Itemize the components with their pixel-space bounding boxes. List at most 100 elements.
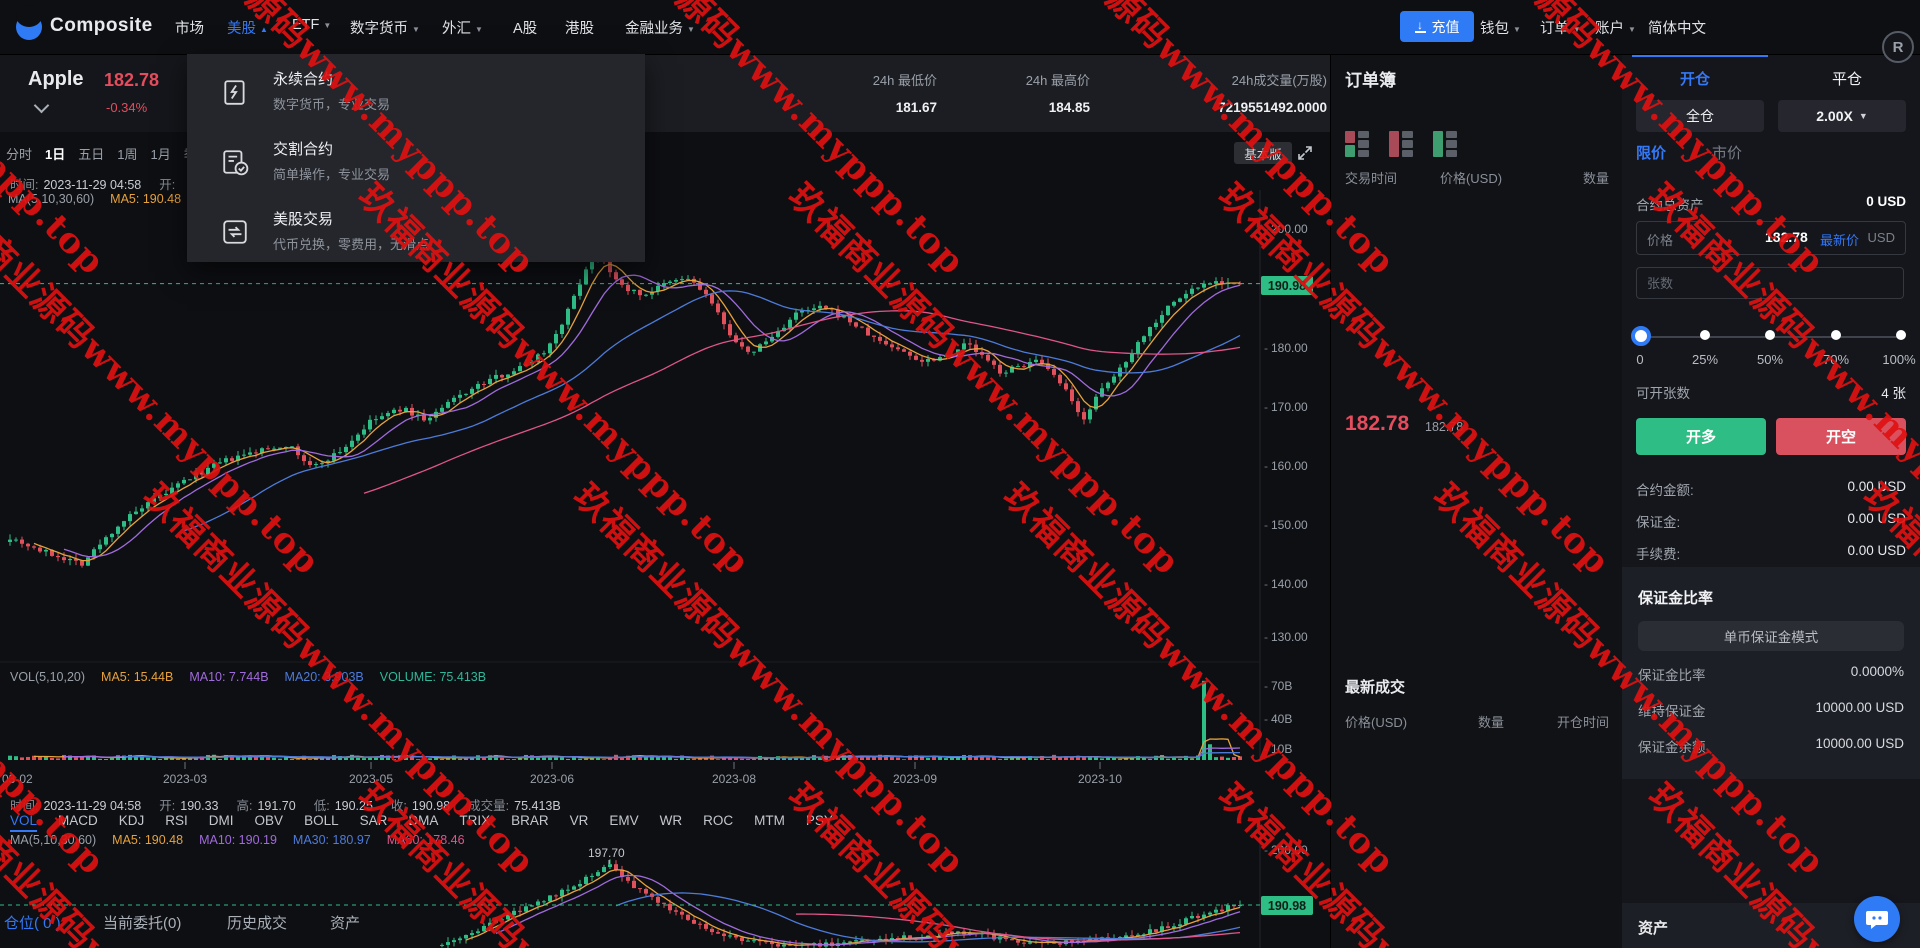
nav-item-5[interactable]: 外汇 ▼	[442, 17, 483, 38]
indicator-tab-vr[interactable]: VR	[570, 813, 589, 832]
indicator-tab-vol[interactable]: VOL	[10, 813, 38, 832]
chevron-down-icon[interactable]	[33, 97, 50, 114]
indicator-tab-emv[interactable]: EMV	[609, 813, 638, 832]
ticker-price: 182.78	[104, 70, 160, 90]
nav-right-item-3[interactable]: 账户 ▼	[1595, 17, 1636, 38]
order-type-market[interactable]: 市价	[1712, 142, 1742, 163]
total-assets-row: 合约总资产 0 USD	[1636, 194, 1906, 213]
perpetual-contract-icon	[221, 78, 249, 106]
nav-item-4[interactable]: 数字货币 ▼	[350, 17, 420, 38]
quantity-input[interactable]	[1636, 267, 1904, 299]
fee-row-label: 保证金:	[1636, 515, 1681, 530]
indicator-tab-mtm[interactable]: MTM	[754, 813, 785, 832]
price-axis-label: -160.00	[1264, 459, 1308, 473]
indicator-tab-boll[interactable]: BOLL	[304, 813, 339, 832]
price-field-value: 182.78	[1765, 229, 1808, 245]
margin-row-3: 保证金余额 10000.00 USD	[1638, 736, 1904, 755]
indicator-tab-roc[interactable]: ROC	[703, 813, 733, 832]
indicator-tab-macd[interactable]: MACD	[58, 813, 98, 832]
nav-item-label: 简体中文	[1648, 21, 1706, 37]
column-header: 价格(USD)	[1439, 171, 1503, 186]
nav-item-label: 港股	[565, 21, 594, 37]
indicator-tab-psy[interactable]: PSY	[806, 813, 833, 832]
delivery-contract-icon	[221, 148, 249, 176]
nav-item-1[interactable]: 市场	[175, 17, 204, 38]
indicator-tab-dmi[interactable]: DMI	[209, 813, 234, 832]
slider-handle-3[interactable]	[1831, 330, 1841, 340]
ma-value: MA10: 190.19	[199, 833, 277, 847]
nav-right-item-2[interactable]: 订单 ▼	[1540, 17, 1581, 38]
order-type-limit[interactable]: 限价	[1636, 142, 1666, 163]
x-axis-label: 2023-09	[892, 772, 938, 786]
menu-item-3[interactable]: 美股交易 代币兑换，零费用，无滑点	[187, 200, 645, 264]
indicator-tab-trix[interactable]: TRIX	[459, 813, 490, 832]
brand-name: Composite	[50, 15, 153, 36]
nav-right-item-4[interactable]: 简体中文	[1648, 17, 1706, 38]
tick-mark: -	[1264, 712, 1268, 726]
indicator-tab-kdj[interactable]: KDJ	[119, 813, 145, 832]
menu-item-1[interactable]: 永续合约 数字货币，专业交易	[187, 60, 645, 124]
chat-widget-button[interactable]	[1854, 896, 1900, 942]
indicator-tab-obv[interactable]: OBV	[255, 813, 284, 832]
indicator-tab-dma[interactable]: DMA	[408, 813, 438, 832]
bottom-tab-3[interactable]: 历史成交	[227, 912, 287, 933]
slider-handle-0[interactable]	[1631, 326, 1651, 346]
depth-view-both-icon[interactable]	[1345, 130, 1371, 158]
deposit-button[interactable]: ↓ 充值	[1400, 11, 1474, 42]
ma-value: MA30: 180.97	[292, 833, 371, 847]
volume-axis-label: -40B	[1264, 712, 1292, 726]
nav-item-8[interactable]: 金融业务 ▼	[625, 17, 695, 38]
menu-item-subtitle: 数字货币，专业交易	[273, 97, 391, 112]
fee-row-label: 合约金额:	[1636, 483, 1694, 498]
margin-ratio-title: 保证金比率	[1638, 590, 1714, 607]
margin-mode-label: 全仓	[1686, 108, 1714, 124]
price-axis-value: 150.00	[1271, 518, 1308, 532]
tick-mark: -	[1264, 400, 1268, 414]
recent-trades-title: 最新成交	[1345, 679, 1406, 696]
open-short-button[interactable]: 开空	[1776, 418, 1906, 455]
price-axis-value: 130.00	[1271, 630, 1308, 644]
depth-view-sell-icon[interactable]	[1389, 130, 1415, 158]
price-axis-value: 180.00	[1271, 341, 1308, 355]
nav-item-7[interactable]: 港股	[565, 17, 594, 38]
nav-right-item-1[interactable]: 钱包 ▼	[1480, 17, 1521, 38]
us-stock-icon	[221, 218, 249, 246]
slider-handle-2[interactable]	[1765, 330, 1775, 340]
open-long-button[interactable]: 开多	[1636, 418, 1766, 455]
ticker-symbol[interactable]: Apple	[28, 68, 84, 91]
nav-item-2[interactable]: 美股 ▲	[227, 17, 268, 38]
ohlc-pair: 开: 190.33	[159, 799, 219, 813]
total-assets-value: 0 USD	[1866, 194, 1906, 209]
nav-item-6[interactable]: A股	[513, 17, 537, 38]
menu-item-2[interactable]: 交割合约 简单操作，专业交易	[187, 130, 645, 194]
price-axis-label: -150.00	[1264, 518, 1308, 532]
slider-handle-4[interactable]	[1896, 330, 1906, 340]
nav-item-3[interactable]: ETF ▼	[292, 17, 331, 33]
latest-price-link[interactable]: 最新价	[1820, 230, 1859, 249]
chevron-down-icon: ▼	[323, 21, 332, 30]
bottom-tab-1[interactable]: 仓位( 0 )	[4, 912, 61, 933]
ma-values-line-mini: MA(5,10,30,60) MA5: 190.48 MA10: 190.19 MA3…	[10, 833, 465, 847]
indicator-tab-wr[interactable]: WR	[660, 813, 683, 832]
nav-item-label: A股	[513, 21, 538, 37]
indicator-tab-brar[interactable]: BRAR	[511, 813, 549, 832]
tick-mark: -	[1264, 742, 1268, 756]
volume-series	[8, 680, 1242, 760]
leverage-select[interactable]: 2.00X ▼	[1778, 100, 1906, 132]
tab-close-position[interactable]: 平仓	[1774, 68, 1920, 89]
volume-values-line: VOL(5,10,20) MA5: 15.44B MA10: 7.744B MA20:…	[10, 670, 486, 684]
indicator-tab-sar[interactable]: SAR	[360, 813, 388, 832]
registered-badge-icon[interactable]: R	[1882, 31, 1914, 63]
price-field[interactable]: 价格 182.78 最新价 USD	[1636, 221, 1906, 255]
single-margin-mode-button[interactable]: 单币保证金模式	[1638, 621, 1904, 651]
slider-handle-1[interactable]	[1700, 330, 1710, 340]
margin-row-1: 保证金比率 0.0000%	[1638, 664, 1904, 683]
bottom-tab-4[interactable]: 资产	[330, 912, 360, 933]
indicator-tab-rsi[interactable]: RSI	[165, 813, 188, 832]
bottom-tab-2[interactable]: 当前委托(0)	[103, 912, 181, 933]
price-axis-value: 170.00	[1271, 400, 1308, 414]
depth-view-buy-icon[interactable]	[1433, 130, 1459, 158]
volume-axis-value: 40B	[1271, 712, 1293, 726]
tab-open-position[interactable]: 开仓	[1622, 68, 1768, 89]
margin-mode-select[interactable]: 全仓	[1636, 100, 1764, 132]
